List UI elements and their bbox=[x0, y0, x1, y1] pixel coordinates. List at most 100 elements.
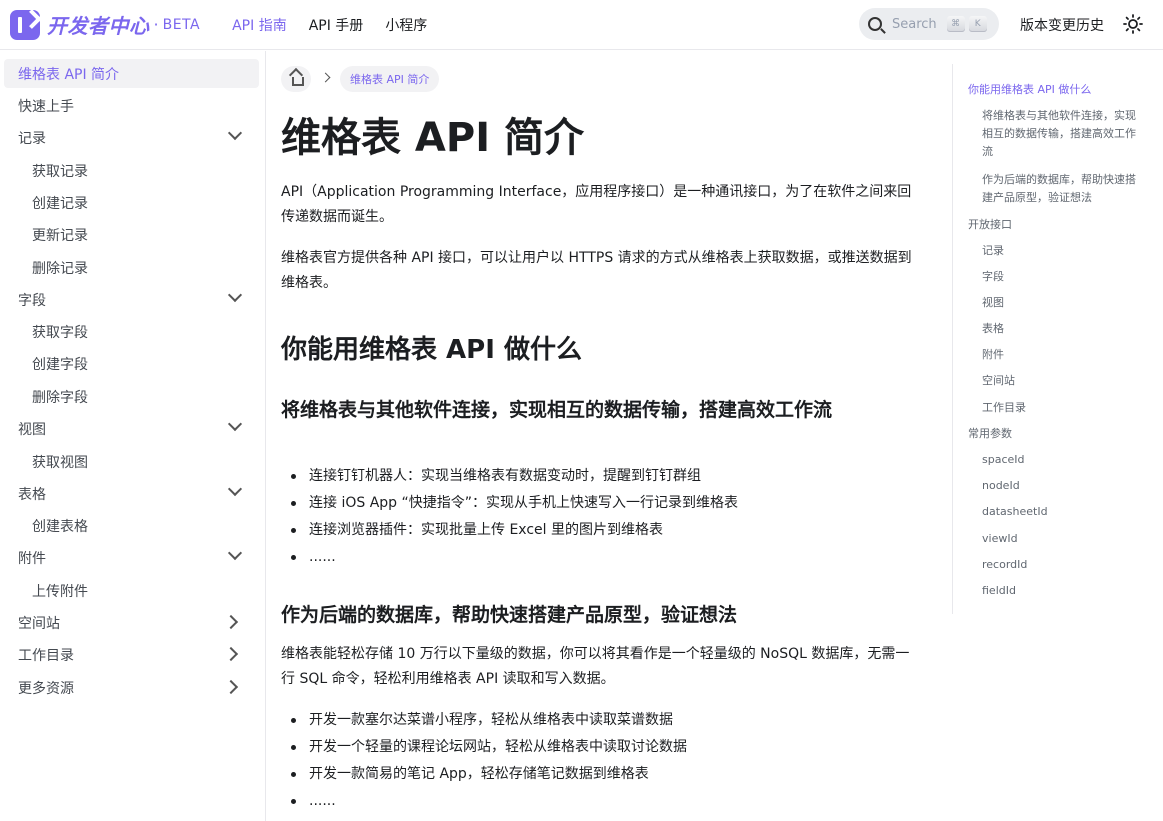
table-of-contents: 你能用维格表 API 做什么 将维格表与其他软件连接，实现相互的数据传输，搭建高… bbox=[952, 64, 1142, 614]
sidebar-item-label: 空间站 bbox=[18, 615, 60, 632]
toc-link[interactable]: viewId bbox=[982, 530, 1138, 548]
nav-link-mini-program[interactable]: 小程序 bbox=[374, 15, 438, 35]
sidebar-item-get-records[interactable]: 获取记录 bbox=[4, 156, 259, 185]
toc-link[interactable]: fieldId bbox=[982, 582, 1138, 600]
sidebar-item-spaces[interactable]: 空间站 bbox=[4, 608, 259, 637]
chevron-right-icon[interactable] bbox=[223, 679, 239, 695]
list-item: ...... bbox=[281, 544, 921, 571]
sidebar-item-label: 上传附件 bbox=[32, 583, 88, 600]
sidebar-item-label: 附件 bbox=[18, 550, 46, 567]
toc-link[interactable]: 作为后端的数据库，帮助快速搭建产品原型，验证想法 bbox=[982, 171, 1138, 207]
bullet-list: 开发一款塞尔达菜谱小程序，轻松从维格表中读取菜谱数据 开发一个轻量的课程论坛网站… bbox=[281, 707, 921, 815]
sidebar-item-label: 删除记录 bbox=[32, 260, 88, 277]
breadcrumb-home[interactable] bbox=[281, 66, 311, 92]
search-button[interactable]: Search ⌘ K bbox=[859, 8, 999, 40]
chevron-down-icon[interactable] bbox=[227, 125, 243, 141]
sidebar-item-get-fields[interactable]: 获取字段 bbox=[4, 317, 259, 346]
sidebar-item-label: 获取记录 bbox=[32, 163, 88, 180]
list-item: 开发一款简易的笔记 App，轻松存储笔记数据到维格表 bbox=[281, 761, 921, 788]
intro-paragraph: API（Application Programming Interface，应用… bbox=[281, 184, 912, 225]
list-item: 开发一款塞尔达菜谱小程序，轻松从维格表中读取菜谱数据 bbox=[281, 707, 921, 734]
page-title: 维格表 API 简介 bbox=[281, 115, 585, 161]
changelog-link[interactable]: 版本变更历史 bbox=[1020, 15, 1104, 35]
sidebar-item-upload-attachment[interactable]: 上传附件 bbox=[4, 576, 259, 605]
chevron-right-icon[interactable] bbox=[223, 614, 239, 630]
sidebar-item-more-resources[interactable]: 更多资源 bbox=[4, 673, 259, 702]
sidebar-item-delete-fields[interactable]: 删除字段 bbox=[4, 382, 259, 411]
sidebar-item-views[interactable]: 视图 bbox=[4, 414, 259, 443]
sidebar-item-label: 更多资源 bbox=[18, 680, 74, 697]
chevron-down-icon[interactable] bbox=[227, 287, 243, 303]
sidebar-item-records[interactable]: 记录 bbox=[4, 123, 259, 152]
toc-link[interactable]: 表格 bbox=[982, 320, 1138, 338]
brand-dot: · bbox=[153, 15, 159, 34]
sidebar-item-create-fields[interactable]: 创建字段 bbox=[4, 349, 259, 378]
sidebar-item-intro[interactable]: 维格表 API 简介 bbox=[4, 59, 259, 88]
sidebar-item-workspace-directory[interactable]: 工作目录 bbox=[4, 640, 259, 669]
kbd-command-key: ⌘ bbox=[946, 16, 965, 32]
sidebar-item-create-datasheet[interactable]: 创建表格 bbox=[4, 511, 259, 540]
toc-link[interactable]: 字段 bbox=[982, 268, 1138, 286]
nav-link-api-guide[interactable]: API 指南 bbox=[221, 15, 298, 35]
toc-link[interactable]: 空间站 bbox=[982, 372, 1138, 390]
sun-icon[interactable] bbox=[1123, 14, 1143, 34]
top-navbar: 开发者中心 · BETA API 指南 API 手册 小程序 Search ⌘ … bbox=[0, 0, 1163, 50]
sidebar-item-datasheets[interactable]: 表格 bbox=[4, 479, 259, 508]
intro-paragraph: 维格表官方提供各种 API 接口，可以让用户以 HTTPS 请求的方式从维格表上… bbox=[281, 250, 912, 291]
sidebar-item-label: 记录 bbox=[18, 130, 46, 147]
chevron-down-icon[interactable] bbox=[227, 481, 243, 497]
beta-badge: BETA bbox=[162, 16, 201, 33]
toc-link[interactable]: 工作目录 bbox=[982, 399, 1138, 417]
toc-link[interactable]: 开放接口 bbox=[968, 216, 1138, 234]
chevron-right-icon bbox=[320, 72, 331, 83]
bullet-list: 连接钉钉机器人：实现当维格表有数据变动时，提醒到钉钉群组 连接 iOS App … bbox=[281, 463, 921, 571]
paragraph: 维格表能轻松存储 10 万行以下量级的数据，你可以将其看作是一个轻量级的 NoS… bbox=[281, 646, 910, 687]
search-icon bbox=[868, 17, 882, 31]
section-heading: 你能用维格表 API 做什么 bbox=[281, 335, 582, 365]
nav-link-api-reference[interactable]: API 手册 bbox=[298, 15, 375, 35]
toc-link[interactable]: recordId bbox=[982, 556, 1138, 574]
toc-link[interactable]: 你能用维格表 API 做什么 bbox=[968, 81, 1138, 99]
toc-link[interactable]: 附件 bbox=[982, 346, 1138, 364]
toc-link[interactable]: 记录 bbox=[982, 242, 1138, 260]
sidebar-item-create-records[interactable]: 创建记录 bbox=[4, 188, 259, 217]
chevron-right-icon[interactable] bbox=[223, 646, 239, 662]
chevron-down-icon[interactable] bbox=[227, 416, 243, 432]
sidebar-item-label: 维格表 API 简介 bbox=[18, 66, 120, 83]
toc-link[interactable]: 常用参数 bbox=[968, 425, 1138, 443]
list-item: 开发一个轻量的课程论坛网站，轻松从维格表中读取讨论数据 bbox=[281, 734, 921, 761]
sidebar-item-delete-records[interactable]: 删除记录 bbox=[4, 253, 259, 282]
sidebar-item-label: 快速上手 bbox=[18, 98, 74, 115]
logo-icon bbox=[10, 9, 40, 40]
toc-link[interactable]: nodeId bbox=[982, 477, 1138, 495]
toc-link[interactable]: 视图 bbox=[982, 294, 1138, 312]
toc-link[interactable]: spaceId bbox=[982, 451, 1138, 469]
list-item: 连接 iOS App “快捷指令”：实现从手机上快速写入一行记录到维格表 bbox=[281, 490, 921, 517]
sidebar-item-label: 更新记录 bbox=[32, 227, 88, 244]
kbd-k-key: K bbox=[968, 16, 987, 32]
doc-content: 维格表 API 简介 维格表 API 简介 API（Application Pr… bbox=[266, 51, 952, 821]
list-item: 连接浏览器插件：实现批量上传 Excel 里的图片到维格表 bbox=[281, 517, 921, 544]
toc-link[interactable]: datasheetId bbox=[982, 503, 1138, 521]
sidebar-item-label: 创建记录 bbox=[32, 195, 88, 212]
sidebar-item-update-records[interactable]: 更新记录 bbox=[4, 220, 259, 249]
sidebar-item-label: 工作目录 bbox=[18, 647, 74, 664]
sidebar-item-label: 创建表格 bbox=[32, 518, 88, 535]
home-icon bbox=[290, 74, 304, 86]
breadcrumb-current: 维格表 API 简介 bbox=[340, 66, 440, 92]
sidebar-item-quickstart[interactable]: 快速上手 bbox=[4, 91, 259, 120]
sidebar-item-label: 创建字段 bbox=[32, 356, 88, 373]
sidebar-item-label: 获取视图 bbox=[32, 454, 88, 471]
sidebar-item-label: 获取字段 bbox=[32, 324, 88, 341]
sidebar-item-label: 表格 bbox=[18, 486, 46, 503]
brand-logo-link[interactable]: 开发者中心 · BETA bbox=[10, 9, 201, 40]
toc-link[interactable]: 将维格表与其他软件连接，实现相互的数据传输，搭建高效工作流 bbox=[982, 107, 1138, 161]
subsection-heading: 作为后端的数据库，帮助快速搭建产品原型，验证想法 bbox=[281, 604, 738, 626]
sidebar-item-fields[interactable]: 字段 bbox=[4, 285, 259, 314]
sidebar-item-label: 视图 bbox=[18, 421, 46, 438]
sidebar-item-attachments[interactable]: 附件 bbox=[4, 543, 259, 572]
chevron-down-icon[interactable] bbox=[227, 545, 243, 561]
sidebar-item-get-views[interactable]: 获取视图 bbox=[4, 447, 259, 476]
list-item: ...... bbox=[281, 788, 921, 815]
docs-sidebar: 维格表 API 简介 快速上手 记录 获取记录 创建记录 更新记录 删除记录 字… bbox=[0, 51, 266, 821]
